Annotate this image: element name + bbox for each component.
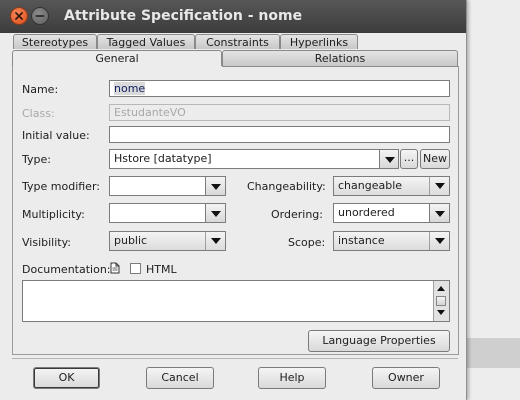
type-browse-button[interactable]: ...	[400, 149, 418, 169]
type-modifier-combo[interactable]	[109, 176, 206, 196]
type-modifier-dropdown-arrow-icon[interactable]	[205, 176, 226, 196]
ok-button[interactable]: OK	[33, 367, 100, 389]
changeability-select[interactable]: changeable	[333, 176, 450, 196]
background-window-bar	[466, 338, 520, 368]
documentation-textarea[interactable]	[22, 280, 450, 322]
type-modifier-label: Type modifier:	[22, 180, 100, 193]
owner-button[interactable]: Owner	[372, 367, 440, 389]
close-button[interactable]	[11, 8, 27, 24]
document-icon[interactable]	[110, 262, 120, 274]
tab-tagged-values[interactable]: Tagged Values	[97, 34, 195, 49]
changeability-dropdown-arrow-icon	[429, 177, 449, 195]
html-label: HTML	[146, 263, 177, 276]
title-bar: Attribute Specification - nome	[0, 0, 466, 33]
changeability-value: changeable	[338, 179, 403, 192]
class-label: Class:	[22, 107, 55, 120]
name-label: Name:	[22, 83, 59, 96]
scope-label: Scope:	[288, 236, 326, 249]
minimize-icon	[35, 15, 45, 17]
type-dropdown-arrow-icon[interactable]	[379, 149, 399, 169]
multiplicity-dropdown-arrow-icon[interactable]	[205, 203, 226, 223]
documentation-scrollbar[interactable]	[433, 281, 449, 321]
name-value: nome	[114, 82, 146, 95]
type-label: Type:	[22, 153, 51, 166]
class-field: EstudanteVO	[109, 104, 450, 121]
ordering-dropdown-arrow-icon[interactable]	[429, 203, 450, 223]
tab-constraints[interactable]: Constraints	[195, 34, 280, 49]
multiplicity-combo[interactable]	[109, 203, 206, 223]
tab-relations[interactable]: Relations	[222, 50, 458, 66]
initial-value-field[interactable]	[109, 126, 450, 143]
cancel-button[interactable]: Cancel	[146, 367, 214, 389]
visibility-value: public	[114, 234, 148, 247]
tab-stereotypes[interactable]: Stereotypes	[13, 34, 97, 49]
tab-general[interactable]: General	[12, 50, 222, 66]
name-field[interactable]: nome	[109, 80, 450, 97]
ordering-value: unordered	[338, 206, 395, 219]
scope-value: instance	[338, 234, 385, 247]
help-button[interactable]: Help	[258, 367, 326, 389]
scope-select[interactable]: instance	[333, 231, 450, 251]
initial-value-label: Initial value:	[22, 129, 90, 142]
scroll-up-icon[interactable]	[435, 284, 447, 294]
scroll-thumb[interactable]	[436, 296, 446, 306]
visibility-select[interactable]: public	[109, 231, 226, 251]
attribute-specification-dialog: Attribute Specification - nome Stereotyp…	[0, 0, 467, 400]
visibility-dropdown-arrow-icon	[205, 232, 225, 250]
tab-hyperlinks[interactable]: Hyperlinks	[280, 34, 358, 49]
close-icon	[15, 12, 23, 20]
scroll-down-icon[interactable]	[435, 308, 447, 318]
changeability-label: Changeability:	[247, 180, 326, 193]
type-combo[interactable]: Hstore [datatype]	[109, 149, 380, 169]
documentation-label: Documentation:	[22, 263, 111, 276]
scope-dropdown-arrow-icon	[429, 232, 449, 250]
window-title: Attribute Specification - nome	[64, 8, 303, 24]
minimize-button[interactable]	[32, 8, 48, 24]
visibility-label: Visibility:	[22, 236, 72, 249]
ordering-combo[interactable]: unordered	[333, 203, 430, 223]
type-value: Hstore [datatype]	[114, 152, 212, 165]
type-new-button[interactable]: New	[420, 149, 450, 169]
ordering-label: Ordering:	[271, 208, 323, 221]
button-separator	[12, 358, 458, 359]
language-properties-button[interactable]: Language Properties	[308, 330, 450, 352]
html-checkbox[interactable]	[130, 263, 141, 274]
multiplicity-label: Multiplicity:	[22, 208, 85, 221]
